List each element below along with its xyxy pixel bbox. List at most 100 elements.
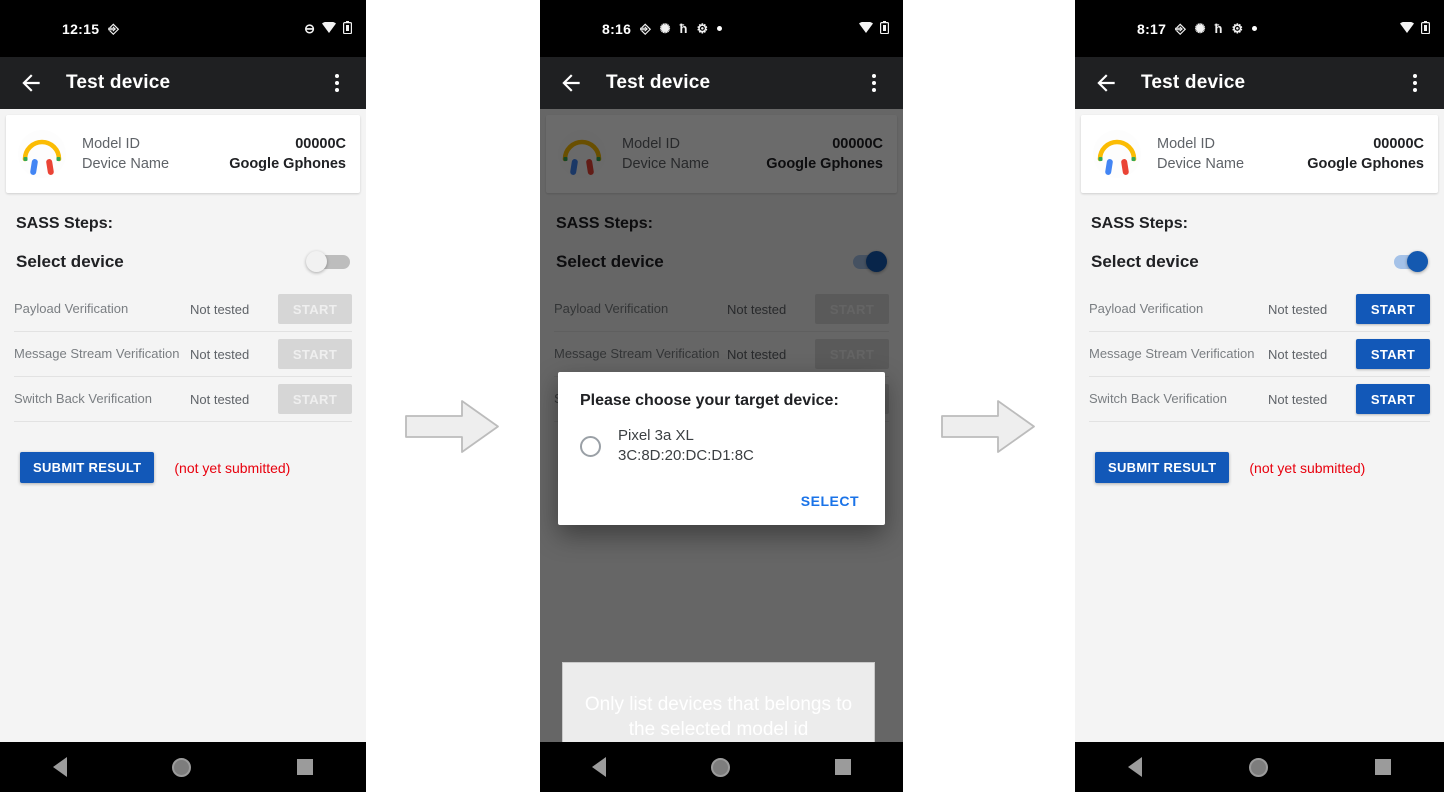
device-card-rows: Model ID 00000C Device Name Google Gphon… bbox=[1157, 134, 1424, 174]
status-bar-right bbox=[1400, 21, 1431, 36]
back-arrow-icon[interactable] bbox=[558, 70, 584, 96]
select-device-label: Select device bbox=[16, 252, 124, 271]
device-name-label: Device Name bbox=[1157, 156, 1245, 172]
device-card-rows: Model ID 00000C Device Name Google Gphon… bbox=[82, 134, 346, 174]
navigation-bar bbox=[540, 742, 903, 792]
start-button[interactable]: START bbox=[1356, 294, 1430, 324]
start-button[interactable]: START bbox=[1356, 339, 1430, 369]
step-status: Not tested bbox=[1268, 301, 1328, 317]
step-status: Not tested bbox=[1268, 391, 1328, 407]
usb-debug-icon: ⎆ bbox=[1175, 21, 1186, 36]
step-name: Payload Verification bbox=[1089, 300, 1204, 316]
status-bar: 12:15 ⎆ ⊖ bbox=[0, 0, 366, 57]
recents-square-icon[interactable] bbox=[1374, 759, 1391, 775]
do-not-disturb-icon: ⊖ bbox=[304, 21, 315, 36]
settings-icon: ⚙ bbox=[1231, 21, 1244, 36]
home-circle-icon[interactable] bbox=[710, 757, 730, 777]
select-device-toggle[interactable] bbox=[306, 251, 350, 273]
submit-status-note: (not yet submitted) bbox=[174, 459, 291, 476]
status-time: 12:15 bbox=[62, 20, 100, 37]
table-row: Payload Verification Not tested START bbox=[1089, 287, 1430, 332]
bug-icon: ✺ bbox=[659, 21, 671, 36]
model-id-label: Model ID bbox=[1157, 136, 1216, 152]
usb-debug-icon: ⎆ bbox=[108, 21, 119, 36]
screen-content: Model ID 00000C Device Name Google Gphon… bbox=[1075, 109, 1444, 742]
status-time: 8:17 bbox=[1137, 20, 1167, 37]
step-name: Switch Back Verification bbox=[14, 390, 153, 406]
device-info-card: Model ID 00000C Device Name Google Gphon… bbox=[6, 115, 360, 193]
radio-button-icon[interactable] bbox=[580, 435, 601, 457]
device-card-row: Device Name Google Gphones bbox=[82, 154, 346, 174]
start-button[interactable]: START bbox=[278, 339, 352, 369]
flow-arrow-1 bbox=[404, 398, 500, 455]
device-card-row: Model ID 00000C bbox=[82, 134, 346, 154]
recents-square-icon[interactable] bbox=[834, 759, 851, 775]
start-button[interactable]: START bbox=[1356, 384, 1430, 414]
device-option-row[interactable]: Pixel 3a XL 3C:8D:20:DC:D1:8C bbox=[580, 426, 863, 467]
device-option-text: Pixel 3a XL 3C:8D:20:DC:D1:8C bbox=[618, 426, 754, 467]
step-name: Message Stream Verification bbox=[14, 345, 180, 361]
usb-debug-icon: ⎆ bbox=[640, 21, 651, 36]
flow-arrow-2 bbox=[940, 398, 1036, 455]
select-device-toggle[interactable] bbox=[1384, 251, 1428, 273]
step-name: Message Stream Verification bbox=[1089, 345, 1255, 361]
dialog-select-button[interactable]: SELECT bbox=[797, 487, 863, 515]
table-row: Switch Back Verification Not tested STAR… bbox=[14, 377, 352, 422]
status-bar: 8:16 ⎆ ✺ ћ ⚙ bbox=[540, 0, 903, 57]
device-info-card: Model ID 00000C Device Name Google Gphon… bbox=[1081, 115, 1438, 193]
steps-list: Payload Verification Not tested START Me… bbox=[1089, 287, 1430, 422]
back-arrow-icon[interactable] bbox=[18, 70, 44, 96]
back-triangle-icon[interactable] bbox=[1128, 757, 1143, 777]
toggle-thumb bbox=[306, 251, 327, 272]
submit-result-button[interactable]: SUBMIT RESULT bbox=[20, 452, 155, 483]
sass-steps-heading: SASS Steps: bbox=[1091, 215, 1188, 232]
submit-row: SUBMIT RESULT (not yet submitted) bbox=[1095, 452, 1444, 483]
phone-screen-dialog: 8:16 ⎆ ✺ ћ ⚙ Test device Please choose y… bbox=[540, 0, 903, 792]
home-circle-icon[interactable] bbox=[1248, 757, 1268, 777]
screen-content: Model ID 00000C Device Name Google Gphon… bbox=[0, 109, 366, 742]
wifi-icon bbox=[322, 21, 336, 35]
wifi-icon bbox=[1400, 21, 1414, 35]
toggle-thumb bbox=[1407, 251, 1428, 272]
status-bar-left: 8:16 ⎆ ✺ ћ ⚙ bbox=[554, 21, 859, 37]
select-device-row: Select device bbox=[1091, 251, 1428, 273]
status-bar-left: 12:15 ⎆ bbox=[14, 21, 304, 37]
table-row: Payload Verification Not tested START bbox=[14, 287, 352, 332]
more-options-icon[interactable] bbox=[326, 74, 348, 92]
dialog-actions: SELECT bbox=[580, 487, 863, 515]
bug-icon: ✺ bbox=[1194, 21, 1206, 36]
back-triangle-icon[interactable] bbox=[52, 757, 67, 777]
status-bar-right: ⊖ bbox=[304, 21, 353, 36]
device-name-label: Device Name bbox=[82, 156, 170, 172]
more-options-icon[interactable] bbox=[1404, 74, 1426, 92]
navigation-bar bbox=[1075, 742, 1444, 792]
app-bar: Test device bbox=[0, 57, 366, 109]
steps-list: Payload Verification Not tested START Me… bbox=[14, 287, 352, 422]
phone-screen-selected: 8:17 ⎆ ✺ ћ ⚙ Test device Model ID 00000C… bbox=[1075, 0, 1444, 792]
page-title: Test device bbox=[606, 72, 711, 93]
start-button[interactable]: START bbox=[278, 384, 352, 414]
screen-content: Model ID 00000C Device Name Google Gphon… bbox=[540, 109, 903, 742]
recents-square-icon[interactable] bbox=[297, 759, 314, 775]
step-name: Switch Back Verification bbox=[1089, 390, 1228, 406]
submit-result-button[interactable]: SUBMIT RESULT bbox=[1095, 452, 1230, 483]
device-card-row: Model ID 00000C bbox=[1157, 134, 1424, 154]
navigation-bar bbox=[0, 742, 366, 792]
device-card-row: Device Name Google Gphones bbox=[1157, 154, 1424, 174]
app-bar: Test device bbox=[540, 57, 903, 109]
step-status: Not tested bbox=[1268, 346, 1328, 362]
device-option-address: 3C:8D:20:DC:D1:8C bbox=[618, 447, 754, 465]
status-bar-right bbox=[859, 21, 890, 36]
page-title: Test device bbox=[66, 72, 171, 93]
dialog-title: Please choose your target device: bbox=[580, 392, 839, 409]
more-options-icon[interactable] bbox=[863, 74, 885, 92]
headphones-icon bbox=[16, 128, 68, 180]
home-circle-icon[interactable] bbox=[172, 757, 192, 777]
back-arrow-icon[interactable] bbox=[1093, 70, 1119, 96]
device-name-value: Google Gphones bbox=[1307, 156, 1424, 172]
sass-steps-heading: SASS Steps: bbox=[16, 215, 113, 232]
start-button[interactable]: START bbox=[278, 294, 352, 324]
model-id-value: 00000C bbox=[295, 136, 346, 152]
table-row: Switch Back Verification Not tested STAR… bbox=[1089, 377, 1430, 422]
back-triangle-icon[interactable] bbox=[592, 757, 607, 777]
